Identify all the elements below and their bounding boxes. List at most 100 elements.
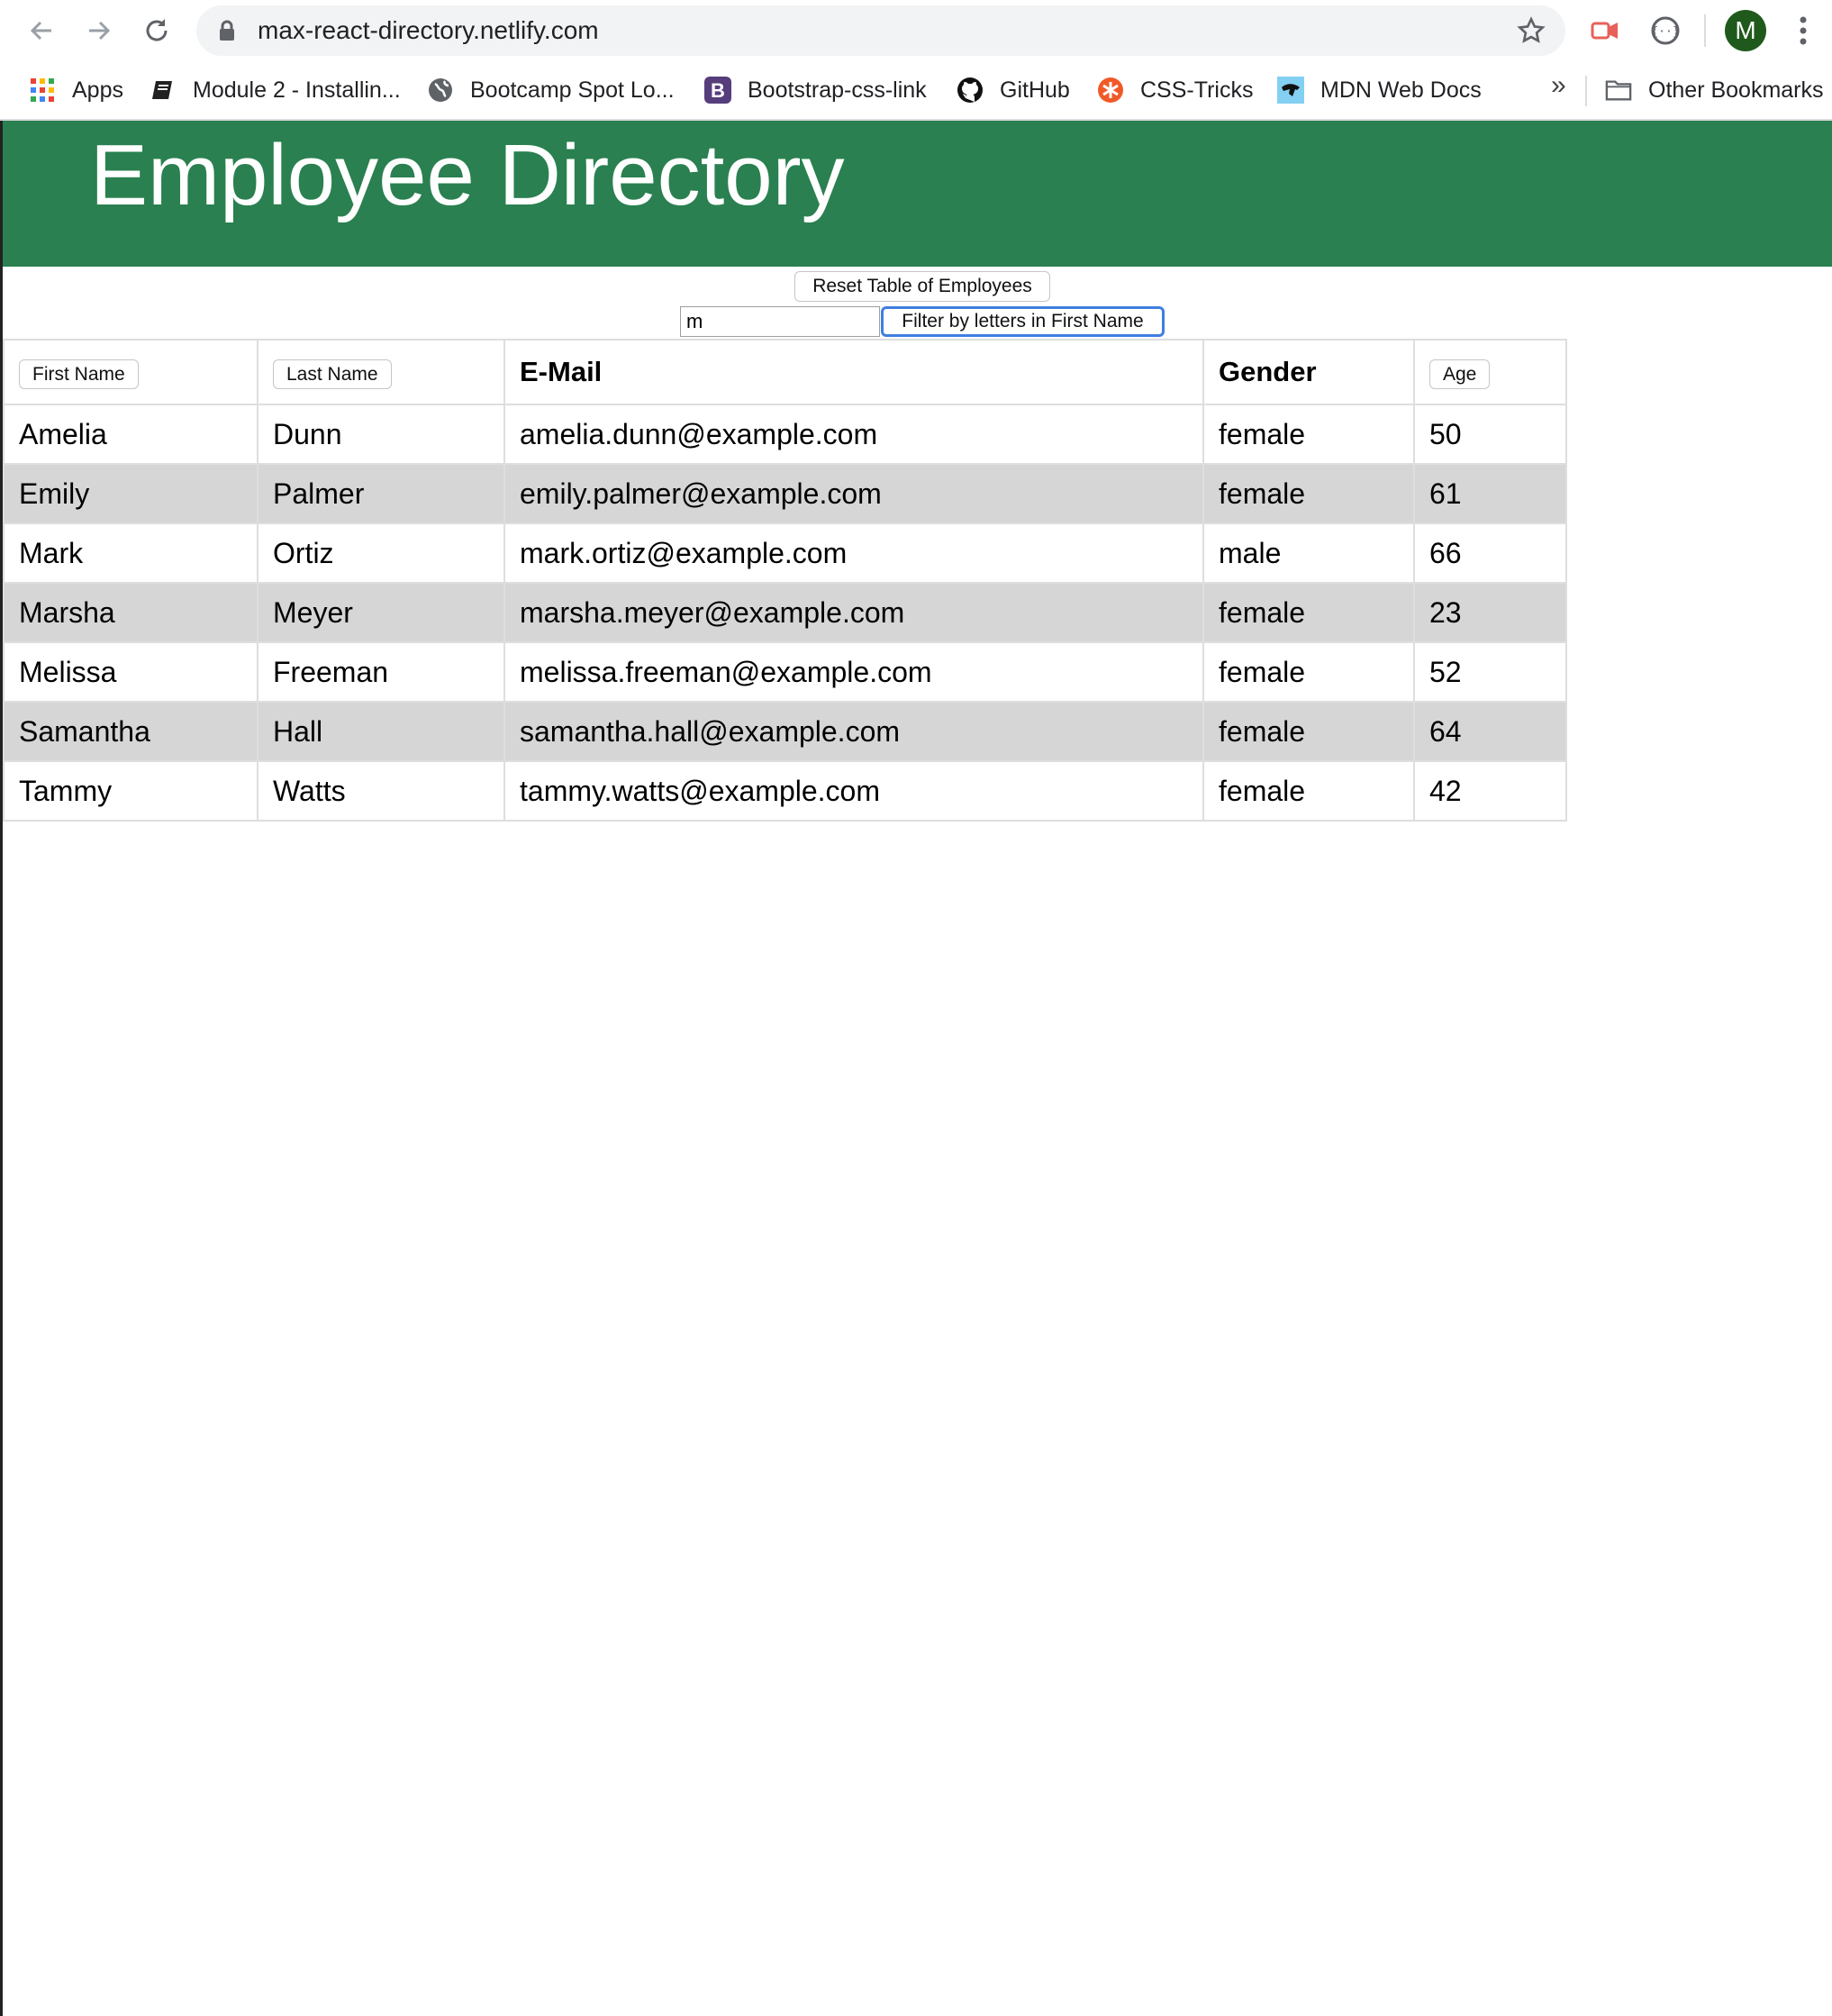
cell-gender: female [1202, 760, 1415, 822]
bookmark-label: Other Bookmarks [1648, 77, 1824, 103]
apps-grid-icon [29, 77, 56, 104]
bookmark-module-2[interactable]: Module 2 - Installin... [150, 72, 401, 108]
cell-gender: male [1202, 522, 1415, 584]
bookmark-css-tricks[interactable]: CSS-Tricks [1097, 72, 1253, 108]
svg-text:B: B [711, 79, 725, 102]
cell-gender: female [1202, 641, 1415, 703]
column-header-first-name: First Name [3, 339, 258, 405]
address-bar[interactable]: max-react-directory.netlify.com [196, 5, 1565, 56]
mdn-icon [1277, 77, 1304, 104]
bookmark-label: Bootstrap-css-link [748, 77, 927, 103]
table-row: Tammy Watts tammy.watts@example.com fema… [3, 760, 1567, 822]
bookmarks-bar: Apps Module 2 - Installin... Bootcamp Sp… [0, 63, 1832, 121]
cell-last-name: Freeman [257, 641, 505, 703]
sort-age-button[interactable]: Age [1429, 359, 1491, 390]
cell-email: melissa.freeman@example.com [503, 641, 1204, 703]
cell-last-name: Palmer [257, 463, 505, 524]
bookmark-label: Bootcamp Spot Lo... [470, 77, 675, 103]
cell-last-name: Hall [257, 701, 505, 762]
cell-email: tammy.watts@example.com [503, 760, 1204, 822]
cell-email: marsha.meyer@example.com [503, 582, 1204, 643]
bookmark-mdn-web-docs[interactable]: MDN Web Docs [1277, 72, 1482, 108]
employee-table: First Name Last Name E-Mail Gender Age A… [3, 339, 1567, 822]
book-icon [150, 77, 177, 104]
sort-last-name-button[interactable]: Last Name [273, 359, 392, 390]
cell-age: 61 [1413, 463, 1567, 524]
back-button[interactable] [23, 13, 59, 49]
cell-gender: female [1202, 404, 1415, 465]
cell-age: 52 [1413, 641, 1567, 703]
cell-age: 64 [1413, 701, 1567, 762]
cell-last-name: Dunn [257, 404, 505, 465]
toolbar-divider [1704, 14, 1706, 47]
bookmark-apps[interactable]: Apps [29, 72, 123, 108]
reset-table-button[interactable]: Reset Table of Employees [794, 271, 1050, 302]
cell-last-name: Watts [257, 760, 505, 822]
cell-last-name: Ortiz [257, 522, 505, 584]
cell-last-name: Meyer [257, 582, 505, 643]
column-header-gender: Gender [1202, 339, 1415, 405]
cell-first-name: Amelia [3, 404, 258, 465]
bootstrap-icon: B [704, 77, 731, 104]
bookmark-label: Module 2 - Installin... [193, 77, 401, 103]
cell-email: emily.palmer@example.com [503, 463, 1204, 524]
cell-email: amelia.dunn@example.com [503, 404, 1204, 465]
column-header-email: E-Mail [503, 339, 1204, 405]
cell-first-name: Emily [3, 463, 258, 524]
cell-first-name: Mark [3, 522, 258, 584]
extension-button-code[interactable]: {··} [1646, 12, 1684, 50]
more-bookmarks-button[interactable]: » [1551, 70, 1566, 101]
lock-icon [220, 20, 234, 41]
bookmarks-divider [1585, 76, 1587, 106]
reload-icon [146, 19, 168, 41]
bookmark-bootcamp-spot[interactable]: Bootcamp Spot Lo... [427, 72, 675, 108]
bookmark-github[interactable]: GitHub [957, 72, 1070, 108]
globe-icon [427, 77, 454, 104]
sort-first-name-button[interactable]: First Name [19, 359, 139, 390]
cell-first-name: Tammy [3, 760, 258, 822]
cell-gender: female [1202, 582, 1415, 643]
table-row: Mark Ortiz mark.ortiz@example.com male 6… [3, 522, 1567, 584]
bookmark-star-icon[interactable] [1517, 16, 1546, 45]
more-vertical-icon [1800, 16, 1807, 45]
bookmark-label: CSS-Tricks [1140, 77, 1254, 103]
profile-avatar[interactable]: M [1725, 10, 1766, 51]
css-tricks-icon [1097, 77, 1124, 104]
browser-menu-button[interactable] [1792, 13, 1814, 53]
forward-button[interactable] [81, 13, 117, 49]
table-row: Marsha Meyer marsha.meyer@example.com fe… [3, 582, 1567, 643]
arrow-right-icon [89, 21, 111, 41]
cell-first-name: Marsha [3, 582, 258, 643]
table-row: Melissa Freeman melissa.freeman@example.… [3, 641, 1567, 703]
github-icon [957, 77, 984, 104]
cell-age: 66 [1413, 522, 1567, 584]
cell-gender: female [1202, 463, 1415, 524]
column-header-last-name: Last Name [257, 339, 505, 405]
first-name-filter-input[interactable] [680, 306, 880, 337]
cell-email: samantha.hall@example.com [503, 701, 1204, 762]
table-row: Amelia Dunn amelia.dunn@example.com fema… [3, 404, 1567, 465]
table-row: Emily Palmer emily.palmer@example.com fe… [3, 463, 1567, 524]
bookmark-bootstrap-css-link[interactable]: B Bootstrap-css-link [704, 72, 927, 108]
table-row: Samantha Hall samantha.hall@example.com … [3, 701, 1567, 762]
bookmark-label: MDN Web Docs [1320, 77, 1482, 103]
bookmark-label: Apps [72, 77, 123, 103]
bookmark-other-bookmarks[interactable]: Other Bookmarks [1605, 72, 1824, 108]
reload-button[interactable] [139, 13, 175, 49]
svg-text:{··}: {··} [1651, 25, 1679, 39]
extension-button-record[interactable] [1587, 12, 1625, 50]
folder-icon [1605, 77, 1632, 104]
browser-toolbar: max-react-directory.netlify.com {··} M [0, 0, 1832, 63]
record-extension-icon [1591, 22, 1618, 40]
code-extension-icon: {··} [1651, 16, 1680, 45]
table-header-row: First Name Last Name E-Mail Gender Age [3, 339, 1567, 405]
cell-email: mark.ortiz@example.com [503, 522, 1204, 584]
filter-by-first-name-button[interactable]: Filter by letters in First Name [881, 306, 1165, 337]
cell-age: 42 [1413, 760, 1567, 822]
cell-age: 50 [1413, 404, 1567, 465]
arrow-left-icon [30, 21, 51, 41]
url-text: max-react-directory.netlify.com [258, 16, 599, 44]
cell-age: 23 [1413, 582, 1567, 643]
page-title: Employee Directory [90, 127, 845, 223]
column-header-age: Age [1413, 339, 1567, 405]
